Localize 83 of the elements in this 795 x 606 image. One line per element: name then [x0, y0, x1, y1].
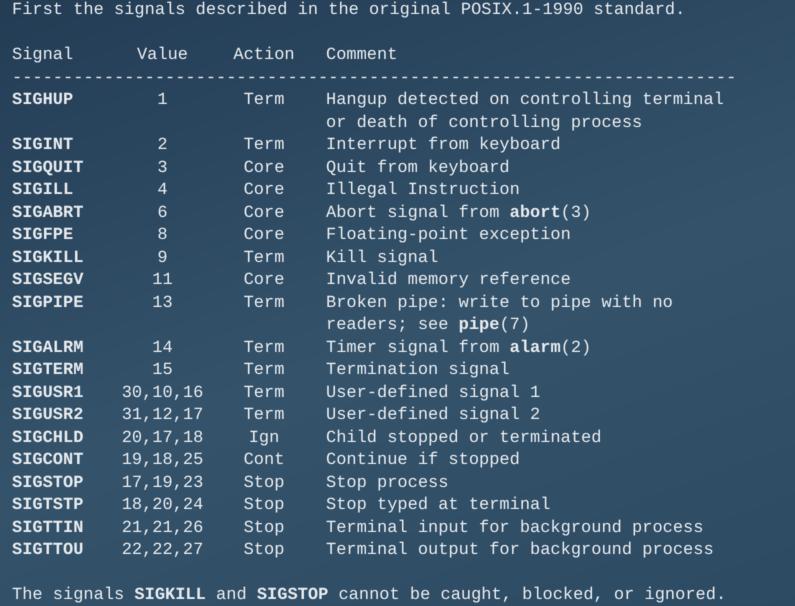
signal-name: SIGHUP	[12, 90, 74, 112]
column-header: Comment	[325, 45, 398, 67]
signal-comment: Abort signal from abort(3)	[325, 202, 592, 224]
signal-comment: User-defined signal 2	[325, 405, 542, 427]
separator-rule: -----------------------------------------------------------------------	[12, 68, 738, 90]
signal-name: SIGILL	[12, 180, 74, 202]
signal-name: SIGQUIT	[12, 158, 84, 180]
signal-name: SIGUSR2	[12, 405, 84, 427]
signal-value: 31,12,17	[120, 405, 204, 427]
signal-value: 11	[151, 270, 174, 292]
signal-action: Term	[242, 135, 286, 157]
footer-text: The signals SIGKILL and SIGSTOP cannot be caught, blocked, or ignored.	[12, 585, 728, 606]
signal-action: Stop	[242, 495, 286, 517]
signal-comment: Stop typed at terminal	[325, 495, 552, 517]
signal-action: Term	[242, 338, 286, 360]
signal-value: 4	[156, 180, 169, 202]
signal-name: SIGSTOP	[12, 472, 84, 494]
signal-value: 21,21,26	[120, 518, 204, 540]
signal-value: 17,19,23	[120, 472, 204, 494]
signal-action: Term	[242, 248, 286, 270]
signal-comment: Child stopped or terminated	[325, 428, 602, 450]
signal-value: 2	[156, 135, 169, 157]
signal-action: Core	[242, 158, 286, 180]
signal-comment: Interrupt from keyboard	[325, 135, 562, 157]
signal-name: SIGABRT	[12, 202, 84, 224]
signal-comment: Timer signal from alarm(2)	[325, 338, 592, 360]
signal-name: SIGTSTP	[12, 495, 84, 517]
signal-action: Term	[242, 292, 286, 314]
signal-comment: Broken pipe: write to pipe with no readers; see pipe(7)	[325, 292, 674, 337]
signal-name: SIGTTIN	[12, 518, 84, 540]
signal-value: 22,22,27	[120, 540, 204, 562]
signal-comment: Continue if stopped	[325, 450, 521, 472]
signal-action: Core	[242, 270, 286, 292]
intro-text: First the signals described in the original POSIX.1-1990 standard.	[12, 0, 686, 22]
signal-action: Core	[242, 202, 286, 224]
signal-value: 1	[156, 90, 169, 112]
signal-name: SIGSEGV	[12, 270, 84, 292]
signal-comment: Terminal output for background process	[325, 540, 715, 562]
signal-comment: Floating-point exception	[325, 225, 572, 247]
signal-value: 9	[156, 248, 169, 270]
signal-name: SIGFPE	[12, 225, 74, 247]
signal-action: Core	[242, 225, 286, 247]
signal-name: SIGKILL	[12, 248, 84, 270]
signal-action: Term	[242, 90, 286, 112]
signal-name: SIGALRM	[12, 338, 84, 360]
signal-action: Term	[242, 360, 286, 382]
signal-action: Ign	[248, 428, 280, 450]
signal-value: 30,10,16	[120, 382, 204, 404]
column-header: Value	[136, 45, 189, 67]
column-header: Signal	[12, 45, 74, 67]
signal-name: SIGTTOU	[12, 540, 84, 562]
signal-name: SIGCONT	[12, 450, 84, 472]
signal-action: Term	[242, 405, 286, 427]
signal-name: SIGCHLD	[12, 428, 84, 450]
signal-value: 18,20,24	[120, 495, 204, 517]
signal-comment: Illegal Instruction	[325, 180, 521, 202]
signal-action: Stop	[242, 472, 286, 494]
signal-name: SIGPIPE	[12, 292, 84, 314]
signal-value: 15	[151, 360, 174, 382]
signal-value: 20,17,18	[120, 428, 204, 450]
signal-name: SIGUSR1	[12, 382, 84, 404]
signal-value: 14	[151, 338, 174, 360]
signal-action: Stop	[242, 540, 286, 562]
signal-comment: Quit from keyboard	[325, 158, 511, 180]
signal-comment: User-defined signal 1	[325, 382, 542, 404]
column-header: Action	[232, 45, 296, 67]
signal-value: 8	[156, 225, 169, 247]
signal-comment: Stop process	[325, 472, 450, 494]
signal-name: SIGTERM	[12, 360, 84, 382]
signal-comment: Terminal input for background process	[325, 518, 704, 540]
signal-value: 19,18,25	[120, 450, 204, 472]
signal-action: Core	[242, 180, 286, 202]
signal-comment: Hangup detected on controlling terminal or death of controlling process	[325, 90, 725, 134]
signal-action: Term	[242, 382, 286, 404]
signal-value: 3	[156, 158, 169, 180]
signal-comment: Termination signal	[325, 360, 511, 382]
signal-value: 6	[156, 202, 169, 224]
signal-comment: Invalid memory reference	[325, 270, 572, 292]
signal-name: SIGINT	[12, 135, 74, 157]
signal-value: 13	[151, 292, 174, 314]
signal-action: Cont	[242, 450, 286, 472]
signal-action: Stop	[242, 518, 286, 540]
signal-comment: Kill signal	[325, 248, 440, 270]
